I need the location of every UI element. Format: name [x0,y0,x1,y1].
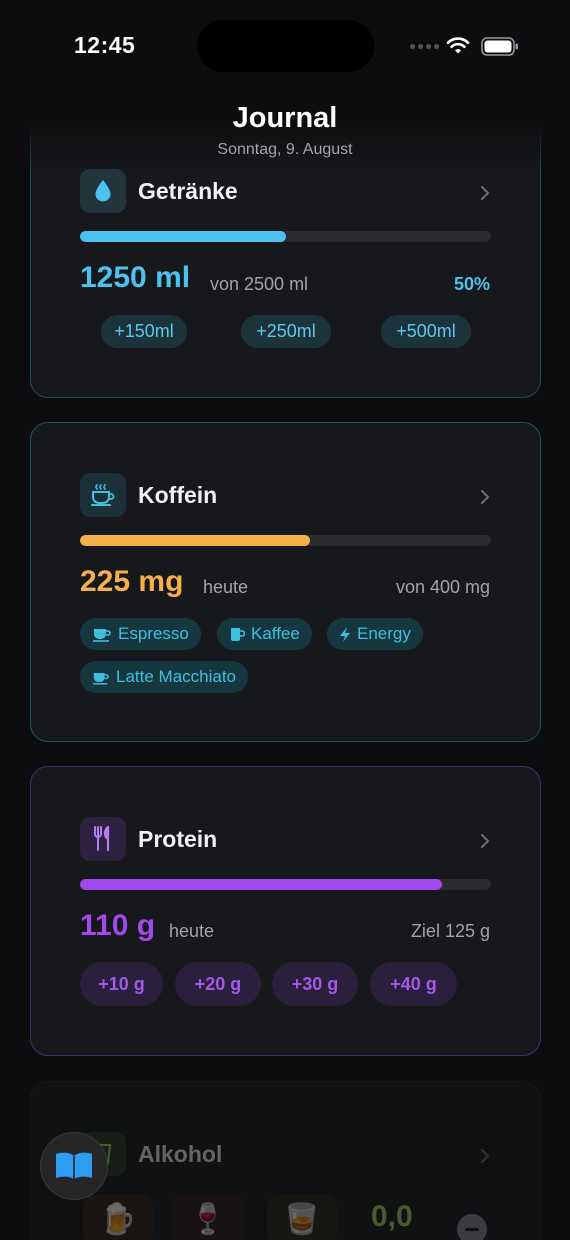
protein-title: Protein [138,825,218,852]
add-10g-button[interactable]: +10 g [80,962,163,1006]
drinks-title: Getränke [138,177,238,204]
journal-fab-button[interactable] [40,1132,108,1200]
caffeine-goal: von 400 mg [395,577,490,597]
caffeine-progress-fill [80,535,311,546]
alcohol-chevron-right-icon[interactable] [480,1148,490,1164]
alcohol-value: 0,0 [371,1200,413,1233]
drinks-amount: 1250 ml [80,261,191,294]
caffeine-today-label: heute [203,577,249,597]
coffee-cup-icon [92,672,109,685]
minus-button[interactable] [457,1214,487,1240]
chip-espresso[interactable]: Espresso [80,618,201,650]
protein-today-label: heute [169,921,215,941]
fork-knife-icon [80,817,126,861]
bolt-icon [340,626,350,642]
drinks-chevron-right-icon[interactable] [480,185,490,201]
chip-latte-macchiato-label: Latte Macchiato [116,667,237,686]
add-250ml-button[interactable]: +250ml [241,315,331,348]
drinks-percent: 50% [453,274,490,294]
chip-latte-macchiato[interactable]: Latte Macchiato [80,661,249,693]
caffeine-card[interactable]: Koffein 225 mg heute von 400 mg Espresso… [30,422,541,742]
drinks-goal: von 2500 ml [210,274,309,294]
add-40g-button[interactable]: +40 g [370,962,457,1006]
protein-goal: Ziel 125 g [410,921,490,941]
dynamic-island [197,20,374,72]
drinks-card-header[interactable]: Getränke [80,169,238,213]
add-500ml-button[interactable]: +500ml [381,315,471,348]
protein-progress-bar [80,879,491,890]
cocktail-icon[interactable]: 🥃 [267,1194,337,1240]
wine-glass-icon[interactable]: 🍷 [173,1194,243,1240]
battery-icon [481,37,518,56]
status-time: 12:45 [74,32,136,58]
caffeine-chevron-right-icon[interactable] [480,489,490,505]
caffeine-title: Koffein [138,481,218,508]
mug-icon [231,627,245,641]
wifi-icon [446,37,470,54]
book-icon [56,1152,92,1179]
beer-icon[interactable]: 🍺 [83,1194,153,1240]
protein-card-header[interactable]: Protein [80,817,217,861]
add-20g-button[interactable]: +20 g [175,962,261,1006]
minus-icon [465,1227,479,1231]
hot-coffee-icon [80,473,126,517]
drinks-progress-fill [80,231,286,242]
water-drop-icon [80,169,126,213]
protein-card[interactable]: Protein 110 g heute Ziel 125 g +10 g +20… [30,766,541,1056]
chip-energy[interactable]: Energy [327,618,423,650]
page-title: Journal [232,102,338,134]
chip-kaffee[interactable]: Kaffee [217,618,312,650]
add-30g-button[interactable]: +30 g [272,962,358,1006]
alcohol-title: Alkohol [138,1140,223,1167]
chip-espresso-label: Espresso [118,624,189,643]
drinks-progress-bar [80,231,491,242]
protein-progress-fill [80,879,442,890]
page-subtitle: Sonntag, 9. August [217,141,353,158]
protein-amount: 110 g [80,909,156,942]
chip-energy-label: Energy [357,624,411,643]
coffee-cup-icon [93,629,111,642]
caffeine-card-header[interactable]: Koffein [80,473,217,517]
protein-chevron-right-icon[interactable] [480,833,490,849]
chip-kaffee-label: Kaffee [251,624,300,643]
caffeine-amount: 225 mg [80,565,184,598]
cellular-signal-icon [410,44,439,49]
status-bar: 12:45 [0,0,570,95]
caffeine-progress-bar [80,535,491,546]
add-150ml-button[interactable]: +150ml [101,315,187,348]
